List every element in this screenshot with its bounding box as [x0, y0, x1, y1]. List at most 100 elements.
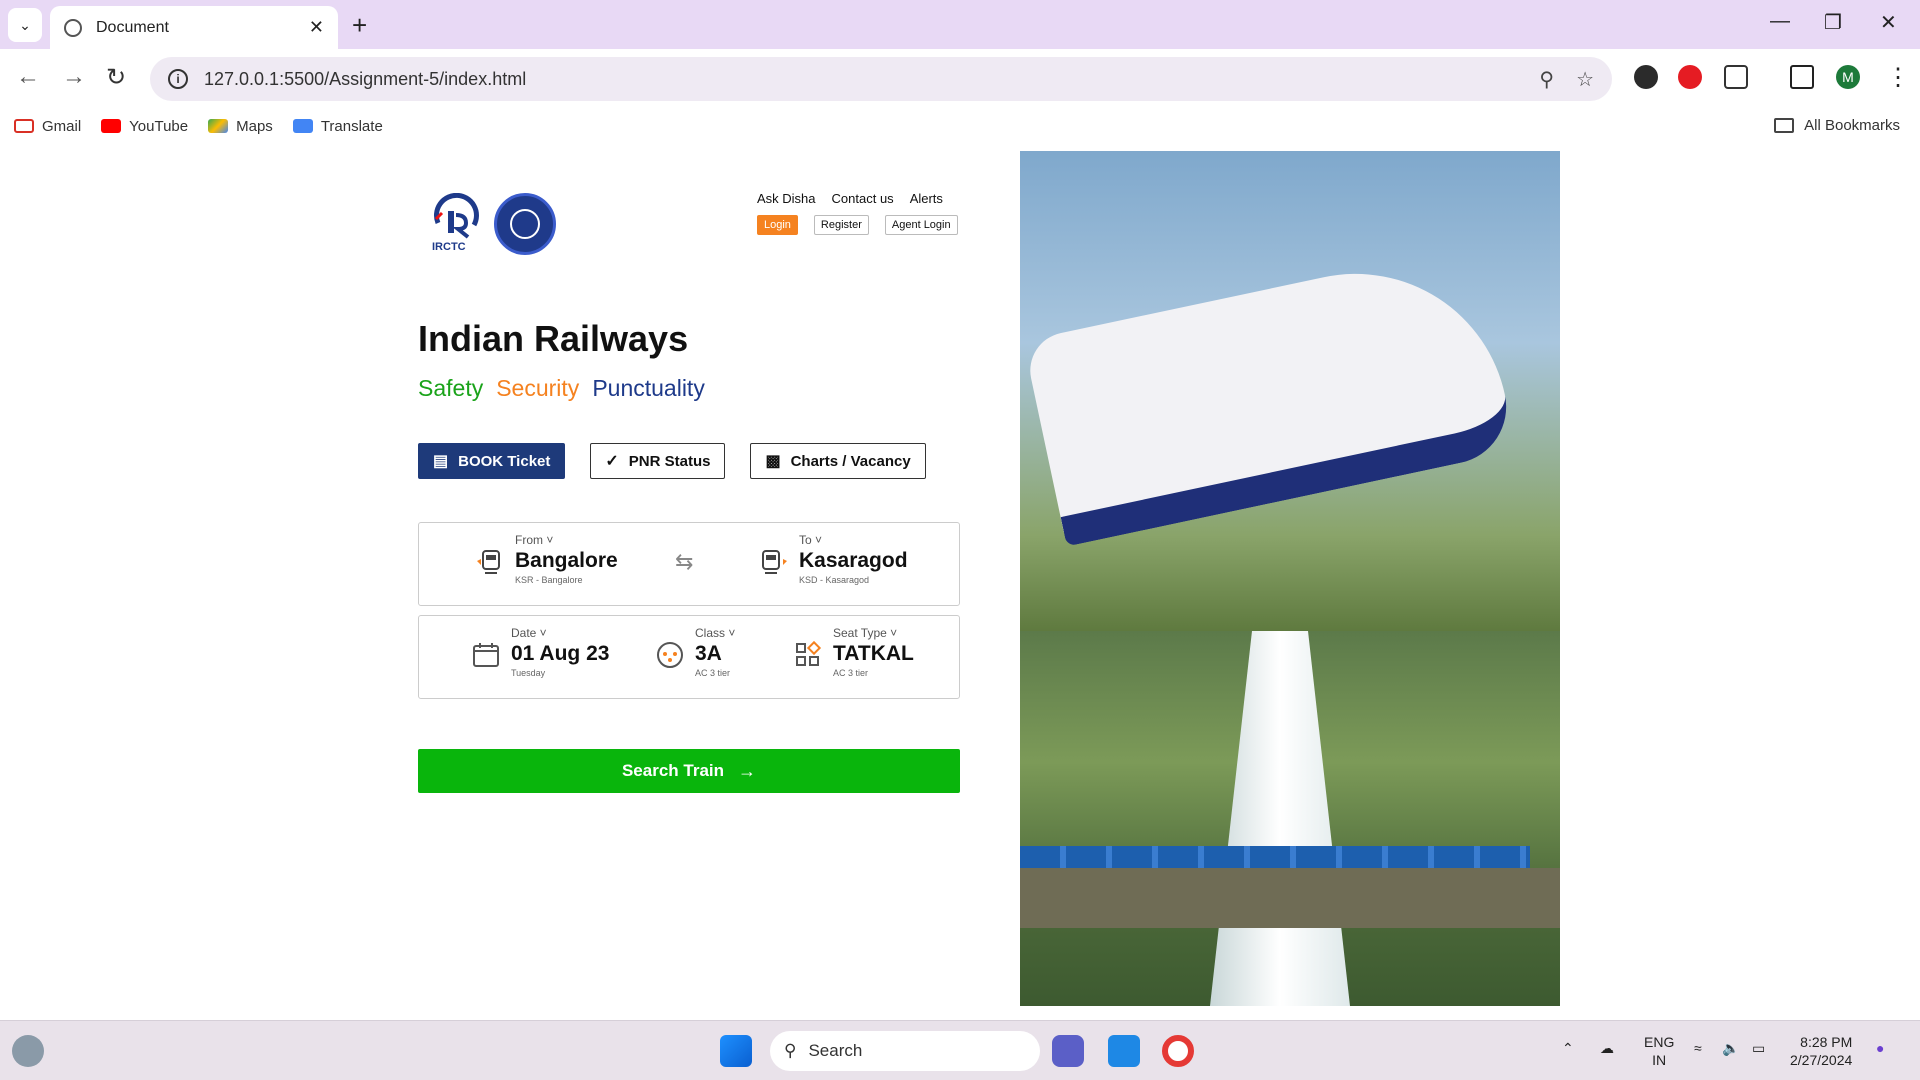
language-indicator[interactable]: ENG IN	[1644, 1033, 1674, 1069]
teams-icon[interactable]	[1052, 1035, 1084, 1067]
chrome-icon[interactable]	[1162, 1035, 1194, 1067]
more-menu-icon[interactable]: ⋮	[1886, 63, 1910, 92]
site-info-icon[interactable]: i	[168, 69, 188, 89]
folder-icon	[1774, 118, 1795, 133]
irctc-logo: IRCTC	[428, 192, 484, 255]
zoom-icon[interactable]: ⚲	[1539, 67, 1554, 92]
agent-login-button[interactable]: Agent Login	[884, 215, 958, 235]
page-content: IRCTC Ask Disha Contact us Alerts Login …	[0, 143, 1920, 1020]
hero-image-train	[1020, 151, 1560, 631]
taskbar: ⚲ Search ⌃ ☁ ENG IN ≈ 🔈 ▭ 8:28 PM 2/27/2…	[0, 1020, 1920, 1080]
waterfall	[1210, 631, 1350, 1006]
extension-opera-icon[interactable]	[1678, 65, 1702, 89]
date-label: Date ˅	[511, 626, 547, 640]
all-bookmarks-button[interactable]: All Bookmarks	[1774, 117, 1900, 134]
link-contact-us[interactable]: Contact us	[832, 191, 894, 206]
clock-time: 8:28 PM	[1800, 1034, 1853, 1050]
search-icon: ⚲	[784, 1041, 797, 1060]
link-ask-disha[interactable]: Ask Disha	[757, 191, 816, 206]
reload-button[interactable]: ↻	[106, 63, 126, 92]
irctc-logo-text: IRCTC	[432, 241, 466, 253]
date-weekday: Tuesday	[511, 668, 546, 678]
tab-pnr-status[interactable]: ✓ PNR Status	[590, 443, 726, 479]
bookmark-label: Maps	[236, 117, 273, 135]
extension-k-icon[interactable]	[1634, 65, 1658, 89]
bookmark-translate[interactable]: Translate	[292, 117, 383, 135]
class-label: Class ˅	[695, 626, 736, 640]
globe-icon	[64, 18, 82, 37]
register-button[interactable]: Register	[813, 215, 869, 235]
bookmark-maps[interactable]: Maps	[208, 118, 273, 135]
booking-tabs: ▤ BOOK Ticket ✓ PNR Status ▩ Charts / Va…	[418, 443, 926, 479]
to-station-code: KSD - Kasaragod	[799, 575, 870, 585]
tab-book-ticket[interactable]: ▤ BOOK Ticket	[418, 443, 566, 479]
from-station-code: KSR - Bangalore	[515, 575, 583, 585]
minimize-button[interactable]: —	[1770, 10, 1790, 33]
ticket-icon: ▤	[433, 453, 449, 470]
restore-button[interactable]: ❐	[1824, 10, 1842, 35]
vscode-icon[interactable]	[1108, 1035, 1140, 1067]
station-selector: From ˅ Bangalore KSR - Bangalore ⇆ To ˅ …	[418, 522, 960, 606]
bookmarks-bar: Gmail YouTube Maps Translate All Bookmar…	[0, 109, 1920, 143]
url-text[interactable]: 127.0.0.1:5500/Assignment-5/index.html	[204, 69, 1517, 90]
notification-bell-icon[interactable]: ●	[1876, 1039, 1884, 1057]
to-field[interactable]: To ˅ Kasaragod KSD - Kasaragod	[759, 533, 908, 585]
stone-bridge	[1020, 868, 1560, 928]
tab-search-button[interactable]: ⌄	[8, 8, 42, 42]
widgets-icon[interactable]	[12, 1035, 44, 1067]
system-clock[interactable]: 8:28 PM 2/27/2024	[1790, 1033, 1852, 1069]
class-field[interactable]: Class ˅ 3A AC 3 tier	[655, 626, 735, 678]
seat-type-label: Seat Type ˅	[833, 626, 898, 640]
bookmark-youtube[interactable]: YouTube	[101, 118, 188, 135]
tab-label: BOOK Ticket	[458, 452, 551, 470]
bookmark-label: Translate	[320, 117, 383, 135]
extensions-puzzle-icon[interactable]	[1724, 65, 1748, 89]
onedrive-icon[interactable]: ☁	[1600, 1039, 1614, 1057]
wifi-icon[interactable]: ≈	[1694, 1039, 1702, 1057]
region-code: IN	[1652, 1052, 1667, 1068]
volume-icon[interactable]: 🔈	[1722, 1039, 1739, 1057]
top-links: Ask Disha Contact us Alerts	[757, 191, 943, 206]
side-panel-icon[interactable]	[1790, 65, 1814, 89]
bookmark-star-icon[interactable]: ☆	[1576, 67, 1594, 92]
taskbar-search[interactable]: ⚲ Search	[770, 1031, 1040, 1071]
swap-stations-icon[interactable]: ⇆	[675, 549, 693, 575]
tab-charts-vacancy[interactable]: ▩ Charts / Vacancy	[750, 443, 926, 479]
clock-date: 2/27/2024	[1790, 1052, 1853, 1068]
forward-button[interactable]: →	[62, 63, 86, 91]
chevron-up-icon[interactable]: ⌃	[1562, 1039, 1574, 1057]
arrival-train-icon	[759, 547, 789, 577]
date-field[interactable]: Date ˅ 01 Aug 23 Tuesday	[471, 626, 609, 678]
back-button[interactable]: ←	[16, 63, 40, 91]
search-train-label: Search Train	[621, 761, 725, 780]
close-tab-icon[interactable]: ✕	[309, 17, 324, 38]
profile-avatar[interactable]: M	[1836, 65, 1860, 89]
windows-start-icon[interactable]	[720, 1035, 752, 1067]
tagline-safety: Safety	[418, 375, 484, 401]
seat-type-field[interactable]: Seat Type ˅ TATKAL AC 3 tier	[793, 626, 914, 678]
bookmark-label: YouTube	[129, 117, 189, 135]
close-window-button[interactable]: ✕	[1880, 10, 1897, 35]
new-tab-button[interactable]: +	[352, 10, 367, 41]
auth-buttons: Login Register Agent Login	[757, 215, 958, 235]
bookmark-gmail[interactable]: Gmail	[14, 118, 81, 135]
tab-label: Charts / Vacancy	[790, 452, 911, 470]
seat-type-description: AC 3 tier	[833, 668, 869, 678]
from-label: From ˅	[515, 533, 554, 547]
tagline-punctuality: Punctuality	[592, 375, 705, 401]
railway-emblem-icon	[510, 209, 540, 239]
translate-icon	[292, 119, 313, 133]
from-value: Bangalore	[515, 549, 618, 572]
browser-tab[interactable]: Document ✕	[50, 6, 338, 49]
to-value: Kasaragod	[799, 549, 908, 572]
browser-toolbar: ← → ↻ i 127.0.0.1:5500/Assignment-5/inde…	[0, 49, 1920, 109]
search-train-button[interactable]: Search Train →	[418, 749, 960, 793]
tagline: Safety Security Punctuality	[418, 375, 705, 402]
address-bar[interactable]: i 127.0.0.1:5500/Assignment-5/index.html…	[150, 57, 1612, 101]
logo-group: IRCTC	[428, 192, 556, 255]
login-button[interactable]: Login	[757, 215, 798, 235]
link-alerts[interactable]: Alerts	[910, 191, 943, 206]
battery-icon[interactable]: ▭	[1752, 1039, 1765, 1057]
from-field[interactable]: From ˅ Bangalore KSR - Bangalore	[475, 533, 618, 585]
calendar-icon	[471, 640, 501, 670]
